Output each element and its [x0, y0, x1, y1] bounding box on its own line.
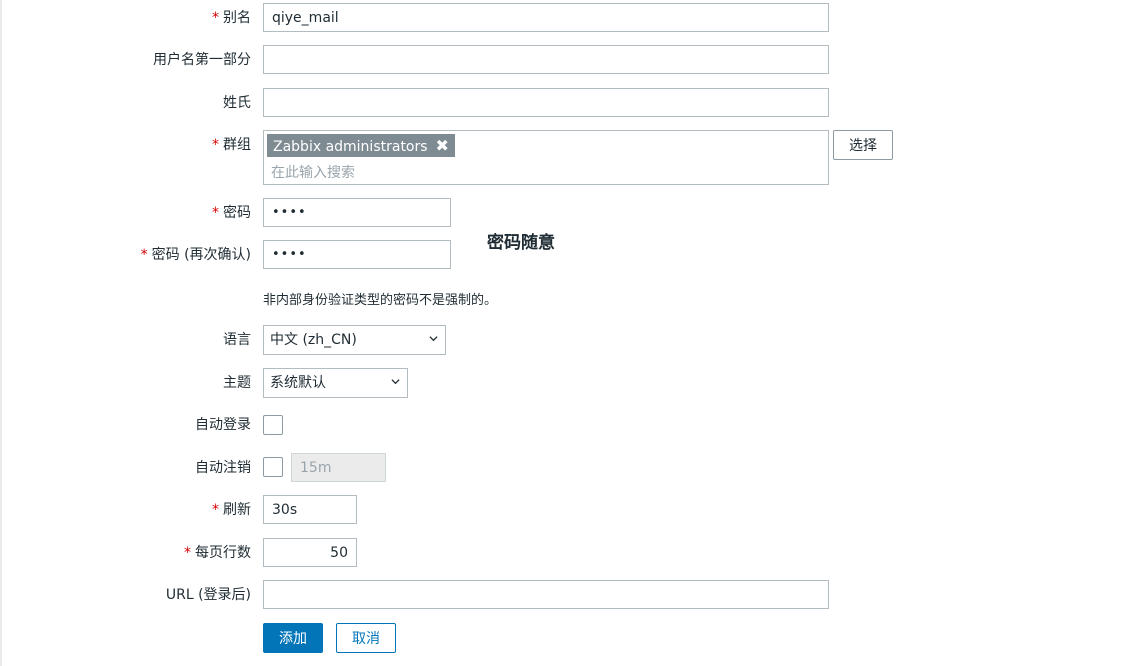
language-selected: 中文 (zh_CN) [270, 332, 357, 348]
theme-select[interactable]: 系统默认 [263, 368, 408, 398]
groups-search-input[interactable]: 在此输入搜索 [271, 162, 355, 182]
autologin-checkbox[interactable] [263, 415, 283, 435]
add-button[interactable]: 添加 [263, 623, 323, 653]
groups-multiselect[interactable]: Zabbix administrators ✖ 在此输入搜索 [263, 130, 829, 185]
surname-input[interactable] [263, 88, 829, 117]
rows-per-page-label: * 每页行数 [184, 545, 251, 561]
password-annotation: 密码随意 [487, 233, 555, 253]
remove-tag-icon[interactable]: ✖ [436, 136, 449, 155]
first-name-label: 用户名第一部分 [153, 52, 251, 68]
required-mark: * [140, 247, 148, 263]
language-label: 语言 [223, 332, 251, 348]
autologout-input [291, 453, 386, 482]
select-groups-button[interactable]: 选择 [833, 130, 893, 160]
required-mark: * [212, 205, 219, 221]
group-tag: Zabbix administrators ✖ [267, 134, 455, 157]
first-name-input[interactable] [263, 45, 829, 74]
chevron-down-icon [429, 336, 438, 342]
cancel-button[interactable]: 取消 [336, 623, 396, 653]
theme-label: 主题 [223, 375, 251, 391]
page-left-border [0, 0, 2, 666]
password-confirm-label: * 密码 (再次确认) [140, 247, 251, 263]
chevron-down-icon [391, 379, 400, 385]
autologout-checkbox[interactable] [263, 457, 283, 477]
alias-input[interactable] [263, 3, 829, 32]
required-mark: * [184, 545, 191, 561]
password-label: * 密码 [212, 205, 251, 221]
autologin-label: 自动登录 [195, 417, 251, 433]
group-tag-label: Zabbix administrators [273, 139, 428, 155]
required-mark: * [212, 137, 219, 153]
theme-selected: 系统默认 [270, 375, 326, 391]
required-mark: * [212, 502, 219, 518]
password-hint: 非内部身份验证类型的密码不是强制的。 [263, 293, 498, 308]
groups-label: * 群组 [212, 137, 251, 153]
url-input[interactable] [263, 580, 829, 609]
alias-label: * 别名 [212, 10, 251, 26]
url-label: URL (登录后) [165, 587, 251, 603]
password-input[interactable] [263, 198, 451, 227]
refresh-label: * 刷新 [212, 502, 251, 518]
surname-label: 姓氏 [223, 95, 251, 111]
password-confirm-input[interactable] [263, 240, 451, 269]
required-mark: * [212, 10, 219, 26]
refresh-input[interactable] [263, 495, 357, 524]
language-select[interactable]: 中文 (zh_CN) [263, 325, 446, 355]
autologout-label: 自动注销 [195, 460, 251, 476]
rows-per-page-input[interactable] [263, 538, 357, 567]
